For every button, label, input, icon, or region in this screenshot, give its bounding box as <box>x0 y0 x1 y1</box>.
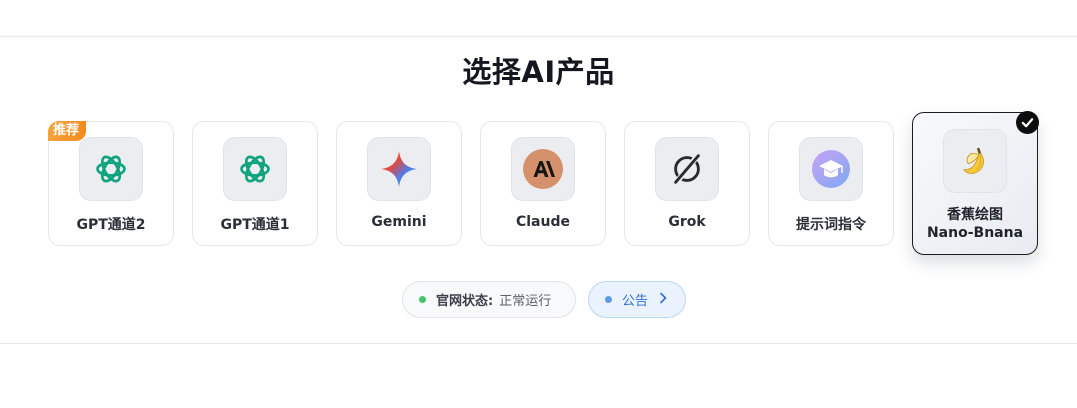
product-card-gpt-channel-2[interactable]: 推荐 GPT通道2 <box>48 121 174 246</box>
graduation-cap-icon <box>799 137 863 201</box>
gemini-star-icon <box>367 137 431 201</box>
product-select-page: 选择AI产品 推荐 GPT通道2 GPT通道1 Gemini Claude Gr… <box>0 0 1077 408</box>
product-card-claude[interactable]: Claude <box>480 121 606 246</box>
product-label: 香蕉绘图 Nano-Bnana <box>913 206 1037 242</box>
bottom-divider <box>0 343 1077 344</box>
product-card-gpt-channel-1[interactable]: GPT通道1 <box>192 121 318 246</box>
product-label: 提示词指令 <box>796 217 866 233</box>
status-label: 官网状态: <box>436 294 494 309</box>
product-label: GPT通道1 <box>220 217 290 233</box>
top-divider <box>0 36 1077 37</box>
openai-icon <box>79 137 143 201</box>
site-status-pill: 官网状态: 正常运行 <box>402 281 576 318</box>
notice-label: 公告 <box>622 294 649 309</box>
status-dot-icon <box>419 296 426 303</box>
product-card-prompt-commands[interactable]: 提示词指令 <box>768 121 894 246</box>
grok-icon <box>655 137 719 201</box>
product-card-banana-drawing[interactable]: 香蕉绘图 Nano-Bnana <box>912 111 1039 255</box>
product-label: Grok <box>668 214 706 230</box>
product-label: GPT通道2 <box>76 217 146 233</box>
product-card-grok[interactable]: Grok <box>624 121 750 246</box>
product-label: Gemini <box>371 214 427 230</box>
product-label-line2: Nano-Bnana <box>926 225 1024 241</box>
checkmark-icon <box>1016 111 1039 134</box>
notice-dot-icon <box>605 296 612 303</box>
product-label-line1: 香蕉绘图 <box>947 207 1003 223</box>
status-value: 正常运行 <box>499 294 552 309</box>
recommended-badge: 推荐 <box>48 121 87 141</box>
anthropic-icon <box>511 137 575 201</box>
product-card-gemini[interactable]: Gemini <box>336 121 462 246</box>
banana-icon <box>943 129 1007 193</box>
product-label: Claude <box>515 214 570 230</box>
openai-icon <box>223 137 287 201</box>
chevron-right-icon <box>658 292 668 308</box>
page-title: 选择AI产品 <box>462 55 615 89</box>
notice-button[interactable]: 公告 <box>588 281 686 318</box>
